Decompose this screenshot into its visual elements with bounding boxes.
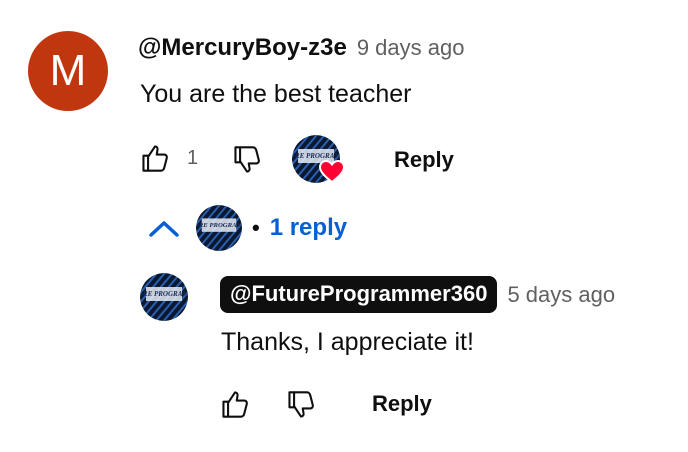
bullet-separator: • [252, 215, 260, 240]
reply-author-badge[interactable]: @FutureProgrammer360 [220, 276, 498, 313]
avatar-letter: M [49, 46, 87, 95]
thumbs-up-icon [221, 389, 249, 419]
thumbs-up-icon [141, 143, 169, 173]
comment-time[interactable]: 9 days ago [357, 35, 465, 61]
commenter-avatar[interactable]: M [28, 31, 108, 111]
thumbs-down-icon [287, 390, 315, 420]
dislike-button[interactable] [233, 145, 261, 175]
like-button[interactable] [141, 143, 169, 173]
comment-text: You are the best teacher [140, 80, 412, 108]
heart-icon [319, 160, 345, 184]
reply-like-button[interactable] [221, 389, 249, 419]
like-count: 1 [187, 147, 199, 169]
creator-heart: FUTURE PROGRAMMER [292, 135, 346, 185]
reply-time[interactable]: 5 days ago [507, 282, 615, 308]
reply-text: Thanks, I appreciate it! [221, 328, 474, 356]
reply-header: @FutureProgrammer360 5 days ago [220, 276, 615, 313]
reply-dislike-button[interactable] [287, 390, 315, 420]
reply-button[interactable]: Reply [394, 147, 454, 173]
reply-channel-avatar: FUTURE PROGRAMMER [196, 205, 242, 251]
channel-logo-text: FUTURE PROGRAMMER [292, 152, 340, 160]
channel-logo-text: FUTURE PROGRAMMER [140, 290, 188, 298]
chevron-up-icon [148, 218, 180, 238]
reply-reply-button[interactable]: Reply [372, 391, 432, 417]
channel-logo-text: FUTURE PROGRAMMER [196, 222, 242, 229]
thumbs-down-icon [233, 145, 261, 175]
replies-toggle[interactable]: FUTURE PROGRAMMER • 1 reply [148, 205, 347, 251]
reply-author-avatar[interactable]: FUTURE PROGRAMMER [140, 273, 188, 321]
comment-author[interactable]: @MercuryBoy-z3e [138, 34, 347, 62]
replies-count-label[interactable]: 1 reply [270, 214, 347, 242]
comment-header: @MercuryBoy-z3e 9 days ago [138, 34, 464, 62]
